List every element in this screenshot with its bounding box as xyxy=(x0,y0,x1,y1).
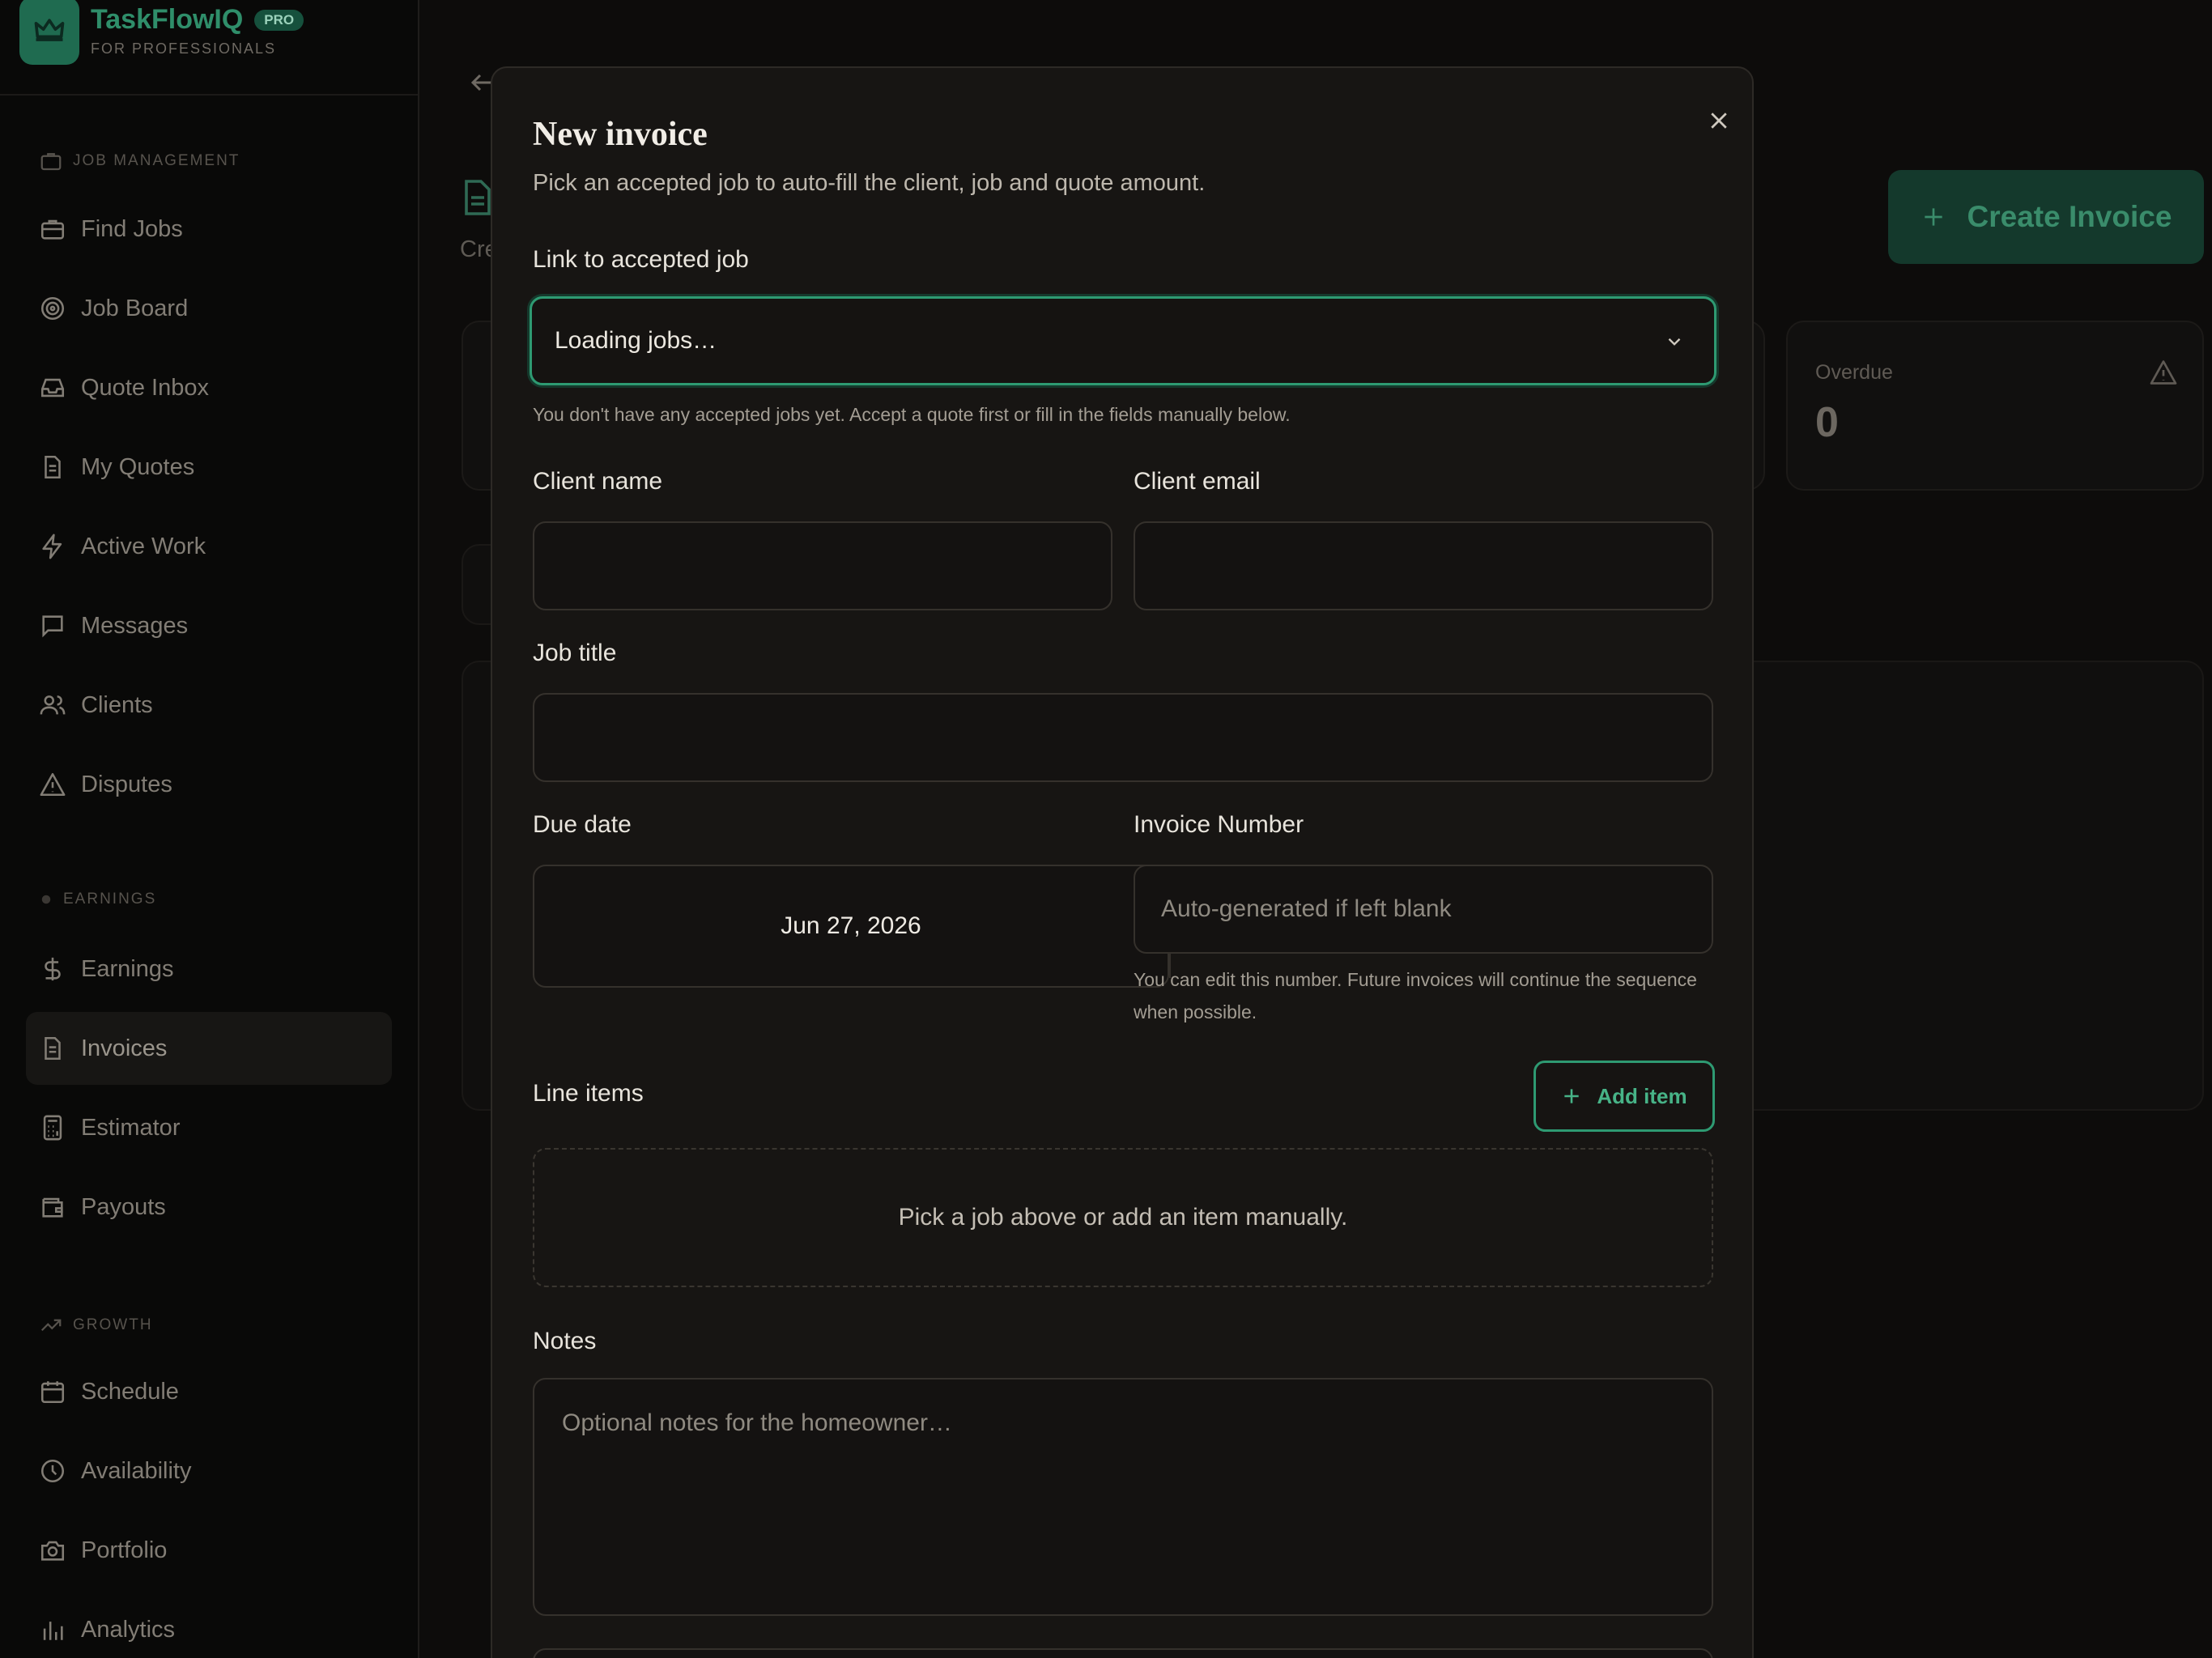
sidebar-item-label: Disputes xyxy=(81,771,172,797)
wallet-icon xyxy=(42,1197,63,1218)
due-date-value: Jun 27, 2026 xyxy=(781,912,921,939)
sidebar-item-label: Job Board xyxy=(81,295,189,321)
sidebar-item-disputes[interactable]: Disputes xyxy=(26,748,392,821)
calendar-icon xyxy=(40,1381,65,1404)
close-icon xyxy=(1711,113,1727,129)
sidebar-item-label: My Quotes xyxy=(81,453,195,480)
close-button[interactable] xyxy=(1699,100,1739,141)
job-link-select[interactable]: Loading jobs… xyxy=(530,296,1716,385)
sidebar-item-estimator[interactable]: Estimator xyxy=(26,1091,392,1164)
zap-icon xyxy=(42,534,62,559)
sidebar-item-label: Portfolio xyxy=(81,1537,168,1563)
client-name-input[interactable] xyxy=(533,521,1112,610)
file-text-icon xyxy=(45,1036,61,1061)
sidebar-item-find-jobs[interactable]: Find Jobs xyxy=(26,193,392,266)
sidebar-item-label: Clients xyxy=(81,691,153,718)
briefcase-icon xyxy=(40,219,65,240)
job-title-input[interactable] xyxy=(533,693,1713,782)
new-invoice-modal: New invoice Pick an accepted job to auto… xyxy=(491,66,1754,1658)
sidebar-item-label: Find Jobs xyxy=(81,215,183,242)
line-items-empty-state: Pick a job above or add an item manually… xyxy=(533,1148,1713,1287)
target-icon xyxy=(40,296,65,321)
sidebar-item-quote-inbox[interactable]: Quote Inbox xyxy=(26,351,392,424)
modal-subtitle: Pick an accepted job to auto-fill the cl… xyxy=(533,170,1206,196)
alert-triangle-icon xyxy=(2150,360,2177,385)
brand-subtitle: FOR PROFESSIONALS xyxy=(91,40,277,57)
sidebar-item-label: Estimator xyxy=(81,1114,181,1141)
sidebar-item-label: Messages xyxy=(81,612,189,639)
sidebar-item-schedule[interactable]: Schedule xyxy=(26,1355,392,1428)
sidebar-item-label: Active Work xyxy=(81,533,206,559)
stat-label: Overdue xyxy=(1815,361,1893,384)
job-link-help: You don't have any accepted jobs yet. Ac… xyxy=(533,404,1291,425)
pro-badge: PRO xyxy=(254,9,304,31)
bar-chart-icon xyxy=(43,1622,63,1640)
section-earnings: EARNINGS xyxy=(39,891,156,908)
sidebar-item-clients[interactable]: Clients xyxy=(26,669,392,742)
message-square-icon xyxy=(42,615,63,638)
client-email-input[interactable] xyxy=(1134,521,1713,610)
inbox-icon xyxy=(40,378,65,397)
due-date-picker[interactable]: Jun 27, 2026 xyxy=(533,865,1169,988)
line-items-label: Line items xyxy=(533,1080,644,1107)
stat-value: 0 xyxy=(1815,399,1839,446)
sidebar-item-job-board[interactable]: Job Board xyxy=(26,272,392,345)
users-icon xyxy=(40,695,66,715)
sidebar-item-label: Schedule xyxy=(81,1378,179,1405)
calculator-icon xyxy=(43,1115,62,1141)
sidebar-item-label: Quote Inbox xyxy=(81,374,209,401)
alert-triangle-icon xyxy=(40,772,66,797)
camera-icon xyxy=(40,1541,65,1561)
crown-logo-icon xyxy=(19,0,79,65)
sidebar-item-analytics[interactable]: Analytics xyxy=(26,1593,392,1658)
stat-card-overdue: Overdue 0 xyxy=(1786,321,2204,491)
sidebar-item-invoices[interactable]: Invoices xyxy=(26,1012,392,1085)
chevron-down-icon xyxy=(1668,338,1681,346)
job-title-label: Job title xyxy=(533,640,617,666)
invoice-number-label: Invoice Number xyxy=(1134,811,1304,838)
plus-icon xyxy=(1924,208,1942,226)
plus-icon xyxy=(1564,1089,1580,1103)
sidebar-item-earnings[interactable]: Earnings xyxy=(26,933,392,1005)
clock-icon xyxy=(40,1459,65,1483)
sidebar-item-my-quotes[interactable]: My Quotes xyxy=(26,431,392,504)
sidebar-item-label: Invoices xyxy=(81,1035,168,1061)
file-text-icon xyxy=(45,455,61,479)
briefcase-icon xyxy=(40,153,62,171)
sidebar-item-portfolio[interactable]: Portfolio xyxy=(26,1514,392,1587)
brand-header: TaskFlowIQ PRO FOR PROFESSIONALS xyxy=(0,0,418,96)
create-invoice-button[interactable]: Create Invoice xyxy=(1888,170,2204,264)
sidebar-item-label: Analytics xyxy=(81,1616,176,1643)
modal-title: New invoice xyxy=(533,116,708,153)
section-job-management: JOB MANAGEMENT xyxy=(39,149,240,173)
section-growth: GROWTH xyxy=(39,1313,153,1337)
sidebar-item-label: Availability xyxy=(81,1457,192,1484)
invoice-number-input[interactable] xyxy=(1134,865,1713,954)
sidebar: TaskFlowIQ PRO FOR PROFESSIONALS JOB MAN… xyxy=(0,0,419,1658)
sidebar-item-label: Payouts xyxy=(81,1193,166,1220)
add-item-button[interactable]: Add item xyxy=(1534,1061,1715,1132)
sidebar-item-messages[interactable]: Messages xyxy=(26,589,392,662)
sidebar-item-active-work[interactable]: Active Work xyxy=(26,510,392,583)
notes-label: Notes xyxy=(533,1328,597,1354)
file-text-icon xyxy=(465,180,491,215)
invoice-number-help: You can edit this number. Future invoice… xyxy=(1134,969,1697,1022)
job-link-label: Link to accepted job xyxy=(533,246,749,273)
notes-textarea[interactable] xyxy=(533,1378,1713,1616)
sidebar-item-label: Earnings xyxy=(81,955,174,982)
dot-icon xyxy=(41,895,51,904)
sidebar-item-payouts[interactable]: Payouts xyxy=(26,1171,392,1244)
due-date-label: Due date xyxy=(533,811,632,838)
trending-up-icon xyxy=(40,1319,62,1332)
dollar-icon xyxy=(45,957,61,981)
job-link-value: Loading jobs… xyxy=(555,327,717,354)
brand-name: TaskFlowIQ xyxy=(91,4,244,35)
client-name-label: Client name xyxy=(533,468,663,495)
client-email-label: Client email xyxy=(1134,468,1261,495)
next-field[interactable] xyxy=(533,1648,1713,1658)
sidebar-item-availability[interactable]: Availability xyxy=(26,1435,392,1507)
